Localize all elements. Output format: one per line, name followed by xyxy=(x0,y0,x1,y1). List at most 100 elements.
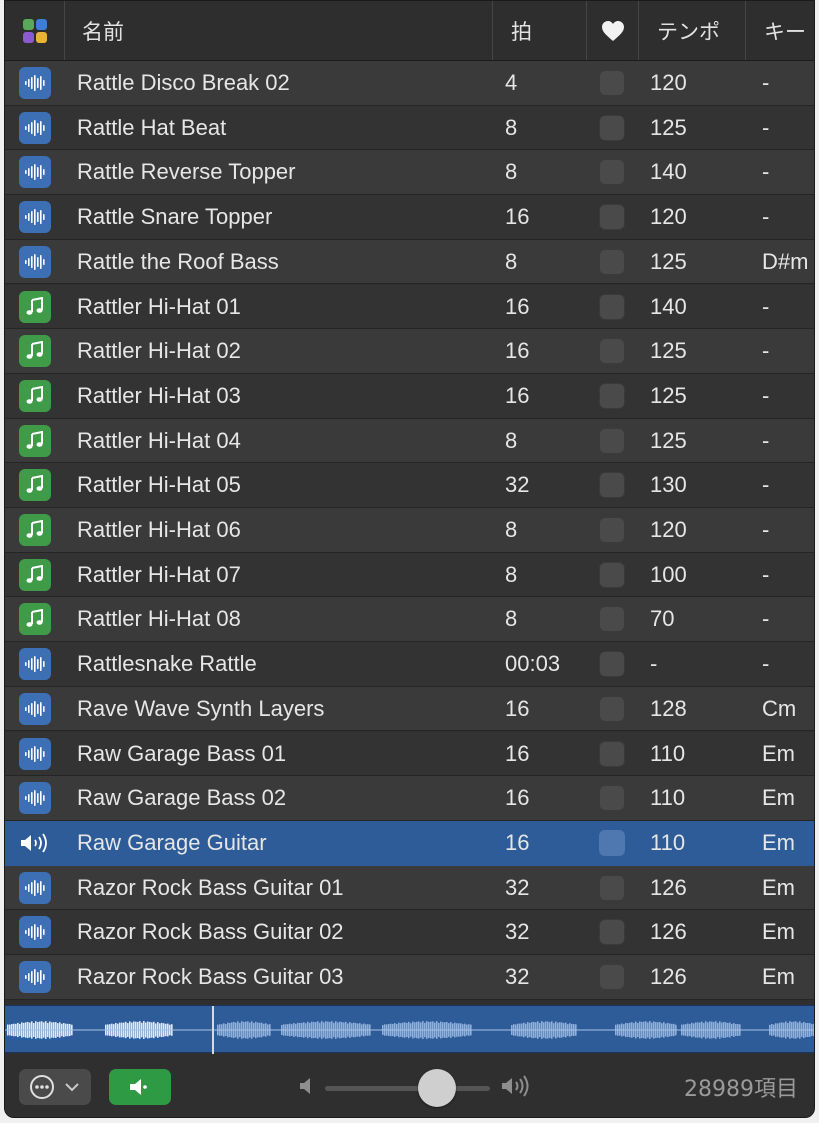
preview-speaker-button[interactable] xyxy=(109,1069,171,1105)
loop-name: Razor Rock Bass Guitar 01 xyxy=(77,874,344,900)
favorite-checkbox[interactable] xyxy=(599,919,625,946)
table-row[interactable]: Rattlesnake Rattle 00:03 - - xyxy=(5,642,814,687)
loop-key: Em xyxy=(762,964,795,989)
table-row[interactable]: Razor Rock Bass Guitar 01 32 126 Em xyxy=(5,865,814,911)
table-row[interactable]: Raw Garage Bass 02 16 110 Em xyxy=(5,776,814,821)
table-row[interactable]: Rattler Hi-Hat 02 16 125 - xyxy=(5,329,814,374)
table-row[interactable]: Rave Wave Synth Layers 16 128 Cm xyxy=(5,686,814,732)
favorite-checkbox[interactable] xyxy=(599,427,625,454)
favorite-checkbox[interactable] xyxy=(599,517,625,543)
table-row[interactable]: Raw Garage Bass 01 16 110 Em xyxy=(5,731,814,777)
favorite-checkbox[interactable] xyxy=(599,740,625,767)
table-row[interactable]: Rattle Hat Beat 8 125 - xyxy=(5,105,814,151)
favorite-checkbox[interactable] xyxy=(599,606,625,633)
table-row[interactable]: Rattler Hi-Hat 01 16 140 - xyxy=(5,284,814,330)
loop-tempo: 110 xyxy=(650,740,686,766)
midi-loop-icon xyxy=(19,379,51,412)
midi-loop-icon xyxy=(19,290,51,323)
loop-tempo: 110 xyxy=(650,785,686,811)
loop-name: Rattlesnake Rattle xyxy=(77,651,257,677)
favorite-checkbox[interactable] xyxy=(599,561,625,588)
more-options-button[interactable] xyxy=(19,1069,91,1105)
table-row[interactable]: Rattle Reverse Topper 8 140 - xyxy=(5,150,814,196)
volume-slider[interactable] xyxy=(325,1086,490,1091)
playing-speaker-icon xyxy=(19,827,51,859)
loop-tempo: 126 xyxy=(650,964,687,989)
loop-name: Rattle Snare Topper xyxy=(77,204,273,230)
table-row[interactable]: Razor Rock Bass Guitar 02 32 126 Em xyxy=(5,910,814,955)
audio-loop-icon xyxy=(19,156,51,189)
favorite-checkbox[interactable] xyxy=(599,248,625,275)
table-row[interactable]: Raw Garage Guitar 16 110 Em xyxy=(5,820,814,866)
loop-beats: 32 xyxy=(505,874,530,900)
header-name[interactable]: 名前 xyxy=(65,1,493,60)
favorite-checkbox[interactable] xyxy=(599,70,625,96)
volume-high-icon xyxy=(502,1075,529,1097)
table-row[interactable]: Rattler Hi-Hat 06 8 120 - xyxy=(5,508,814,553)
audio-loop-icon xyxy=(19,67,51,99)
favorite-checkbox[interactable] xyxy=(599,159,625,186)
favorite-checkbox[interactable] xyxy=(599,293,625,320)
loop-key: - xyxy=(762,427,770,453)
loop-key: - xyxy=(762,338,770,364)
favorite-checkbox[interactable] xyxy=(599,829,625,856)
loop-key: Em xyxy=(762,874,795,900)
table-row[interactable]: Rattler Hi-Hat 07 8 100 - xyxy=(5,552,814,598)
loop-tempo: 125 xyxy=(650,382,687,408)
table-row[interactable]: Rattle Snare Topper 16 120 - xyxy=(5,195,814,240)
loop-tempo: 126 xyxy=(650,874,687,900)
favorite-checkbox[interactable] xyxy=(599,472,625,499)
favorite-checkbox[interactable] xyxy=(599,695,625,722)
playhead[interactable] xyxy=(211,1006,214,1054)
loop-name: Rattler Hi-Hat 03 xyxy=(77,382,241,408)
loop-name: Razor Rock Bass Guitar 02 xyxy=(77,919,344,945)
header-tempo[interactable]: テンポ xyxy=(639,1,746,60)
loop-tempo: 70 xyxy=(650,606,675,632)
loop-tempo: 128 xyxy=(650,695,687,721)
favorite-checkbox[interactable] xyxy=(599,382,625,409)
chevron-down-icon xyxy=(65,1083,79,1092)
table-row[interactable]: Razor Rock Bass Guitar 03 32 126 Em xyxy=(5,955,814,1000)
loop-key: - xyxy=(762,606,770,632)
waveform-preview[interactable] xyxy=(5,1005,814,1054)
favorite-checkbox[interactable] xyxy=(599,874,625,901)
bottom-toolbar: 28989項目 xyxy=(5,1054,814,1117)
table-row[interactable]: Rattle the Roof Bass 8 125 D#m xyxy=(5,239,814,285)
favorite-checkbox[interactable] xyxy=(599,651,625,678)
midi-loop-icon xyxy=(19,558,51,591)
header-key[interactable]: キー xyxy=(746,1,814,60)
header-favorite[interactable] xyxy=(587,1,639,60)
loop-beats: 16 xyxy=(505,740,530,766)
favorite-checkbox[interactable] xyxy=(599,204,625,231)
table-row[interactable]: Rattle Disco Break 02 4 120 - xyxy=(5,61,814,106)
midi-loop-icon xyxy=(19,335,51,368)
ellipsis-circle-icon xyxy=(30,1075,54,1099)
table-row[interactable]: Rattler Hi-Hat 04 8 125 - xyxy=(5,418,814,464)
loop-name: Raw Garage Bass 02 xyxy=(77,785,287,811)
audio-loop-icon xyxy=(19,111,51,144)
table-row[interactable]: Rattler Hi-Hat 05 32 130 - xyxy=(5,463,814,508)
favorite-checkbox[interactable] xyxy=(599,114,625,141)
loop-tempo: 120 xyxy=(650,70,687,95)
loop-tempo: 125 xyxy=(650,248,687,274)
loop-key: - xyxy=(762,159,770,185)
header-icon-column[interactable] xyxy=(5,1,65,60)
loop-tempo: 140 xyxy=(650,293,687,319)
audio-loop-icon xyxy=(19,245,51,278)
loop-name: Rattle the Roof Bass xyxy=(77,248,279,274)
loop-key: - xyxy=(762,204,770,230)
header-beats[interactable]: 拍 xyxy=(493,1,587,60)
loop-name: Rattler Hi-Hat 07 xyxy=(77,561,241,587)
midi-loop-icon xyxy=(19,514,51,546)
favorite-checkbox[interactable] xyxy=(599,964,625,990)
favorite-checkbox[interactable] xyxy=(599,785,625,812)
volume-slider-thumb[interactable] xyxy=(418,1069,457,1107)
favorite-checkbox[interactable] xyxy=(599,338,625,365)
loop-key: Em xyxy=(762,829,795,855)
loop-beats: 16 xyxy=(505,829,530,855)
table-row[interactable]: Rattler Hi-Hat 08 8 70 - xyxy=(5,597,814,643)
loop-name: Rattler Hi-Hat 05 xyxy=(77,472,241,498)
loop-name: Raw Garage Bass 01 xyxy=(77,740,287,766)
table-row[interactable]: Rattler Hi-Hat 03 16 125 - xyxy=(5,373,814,419)
audio-loop-icon xyxy=(19,916,51,949)
